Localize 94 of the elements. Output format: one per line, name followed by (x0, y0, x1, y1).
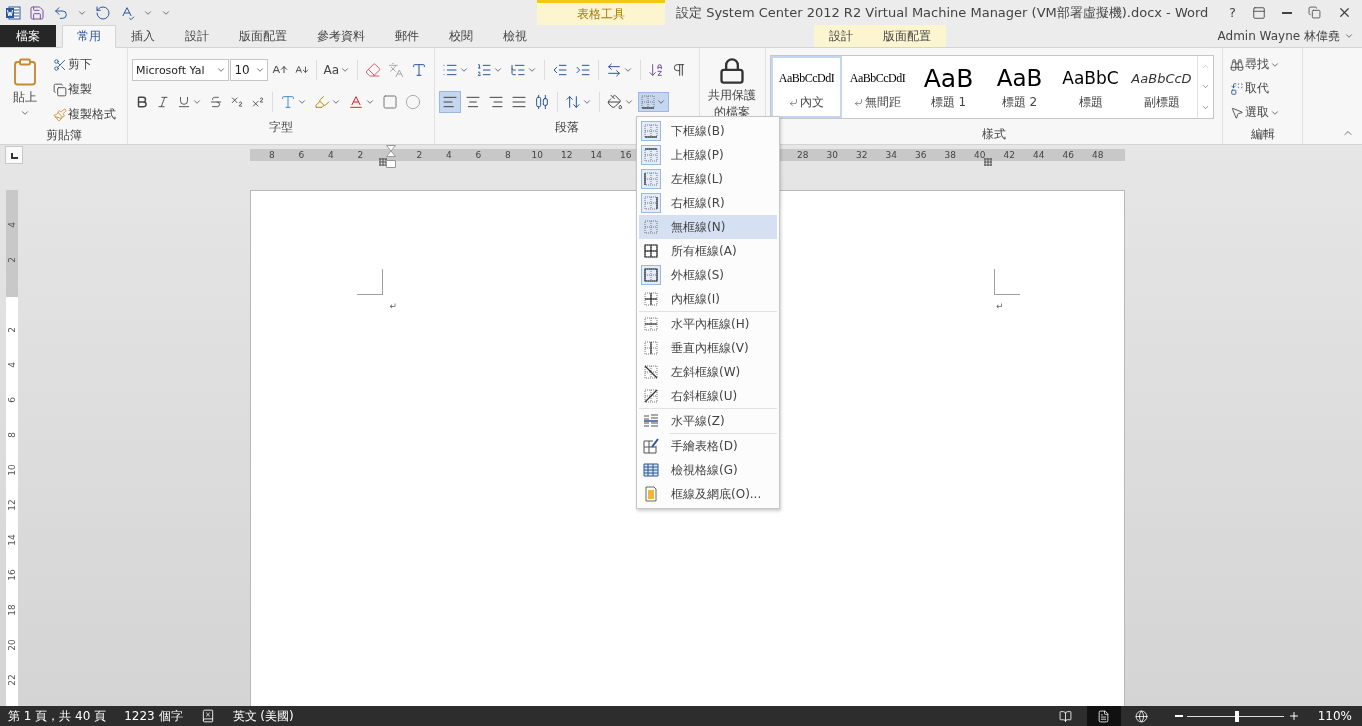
select-button[interactable]: 選取 (1227, 101, 1298, 124)
paste-button[interactable]: 貼上 (4, 53, 46, 126)
style-item[interactable]: AaB 標題 2 (984, 56, 1055, 118)
font-size-field[interactable]: 10 (230, 59, 268, 81)
word-count[interactable]: 1223 個字 (124, 707, 183, 725)
paragraph-mark: ↵ (389, 301, 397, 311)
ruler-number: 14 (589, 149, 603, 161)
ruler-number: 4 (7, 361, 17, 368)
ruler-number: 8 (503, 149, 512, 161)
ruler-number: 22 (7, 673, 17, 686)
ruler-number: 2 (415, 149, 424, 161)
menu-item[interactable]: 下框線(B) (639, 119, 777, 143)
menu-item[interactable]: 上框線(P) (639, 143, 777, 167)
ruler-number: 14 (7, 533, 17, 546)
format-painter-button[interactable]: 複製格式 (50, 103, 119, 126)
menu-item[interactable]: 無框線(N) (639, 215, 777, 239)
menu-item[interactable]: 框線及網底(O)... (639, 482, 777, 506)
style-item[interactable]: AaBbC 標題 (1055, 56, 1126, 118)
ruler-number: 16 (7, 568, 17, 581)
paragraph-mark: ↵ (996, 301, 1004, 311)
ruler-number: 40 (973, 149, 987, 161)
ruler-number: 6 (297, 149, 306, 161)
ruler-number: 10 (530, 149, 544, 161)
cut-button[interactable]: 剪下 (50, 53, 119, 76)
help-button[interactable]: ? (1229, 5, 1236, 20)
ruler-number: 20 (7, 638, 17, 651)
ruler-number: 6 (474, 149, 483, 161)
ribbon-tab[interactable]: 設計 (813, 25, 868, 47)
find-button[interactable]: 尋找 (1227, 53, 1298, 76)
ruler-number: 16 (619, 149, 633, 161)
menu-item[interactable]: 左斜框線(W) (639, 360, 777, 384)
menu-item[interactable]: 垂直內框線(V) (639, 336, 777, 360)
style-item[interactable]: AaB 標題 1 (913, 56, 984, 118)
group-label: 段落 (555, 118, 579, 136)
group-label: 編輯 (1250, 125, 1275, 143)
ribbon-tab[interactable]: 常用 (62, 25, 116, 48)
ruler-number: 36 (914, 149, 928, 161)
menu-item[interactable]: 內框線(I) (639, 287, 777, 311)
ruler-number: 32 (855, 149, 869, 161)
ruler-number: 34 (884, 149, 898, 161)
ruler-number: 4 (7, 221, 17, 228)
ruler-number: 10 (7, 463, 17, 476)
ribbon-tab[interactable]: 郵件 (380, 25, 434, 47)
window-title: 設定 System Center 2012 R2 Virtual Machine Manager (VM部署虛擬機).docx - Word (675, 3, 1210, 22)
style-item[interactable]: AaBbCcDdI 無間距 (842, 56, 913, 118)
menu-item[interactable]: 所有框線(A) (639, 239, 777, 263)
menu-item[interactable]: 右框線(R) (639, 191, 777, 215)
ruler-number: 2 (356, 149, 365, 161)
ruler-number: 4 (326, 149, 335, 161)
ribbon-tab[interactable]: 版面配置 (224, 25, 302, 47)
ruler-number: 12 (7, 498, 17, 511)
ruler-number: 18 (7, 603, 17, 616)
ribbon-tab[interactable]: 校閱 (434, 25, 488, 47)
menu-item[interactable]: 手繪表格(D) (639, 434, 777, 458)
ruler-number: 2 (7, 256, 17, 263)
style-item[interactable]: AaBbCcDdI 內文 (771, 56, 842, 118)
ruler-number: 8 (7, 431, 17, 438)
ribbon-tab[interactable]: 版面配置 (867, 25, 946, 47)
menu-item[interactable]: 左框線(L) (639, 167, 777, 191)
ruler-number: 42 (1002, 149, 1016, 161)
ribbon-tab[interactable]: 檢視 (488, 25, 542, 47)
replace-button[interactable]: 取代 (1227, 77, 1298, 100)
ruler-number: 6 (7, 396, 17, 403)
menu-item[interactable]: 檢視格線(G) (639, 458, 777, 482)
menu-item[interactable]: 外框線(S) (639, 263, 777, 287)
ruler-number: 38 (943, 149, 957, 161)
ruler-number: 4 (444, 149, 453, 161)
group-label: 樣式 (982, 125, 1006, 143)
style-item[interactable]: AaBbCcD 副標題 (1126, 56, 1197, 118)
ribbon-tab[interactable]: 檔案 (0, 25, 56, 47)
menu-item[interactable]: 水平線(Z) (639, 409, 777, 433)
ruler-number: 8 (267, 149, 276, 161)
ribbon-tab[interactable]: 設計 (170, 25, 224, 47)
ribbon-tab[interactable]: 插入 (116, 25, 170, 47)
ruler-number: 30 (825, 149, 839, 161)
page-count[interactable]: 第 1 頁，共 40 頁 (8, 707, 107, 725)
language-indicator[interactable]: 英文 (美國) (232, 707, 294, 725)
group-label: 剪貼簿 (45, 126, 82, 144)
ruler-number: 48 (1091, 149, 1105, 161)
zoom-level[interactable]: 110% (1317, 709, 1352, 723)
ruler-number: 12 (560, 149, 574, 161)
menu-item[interactable]: 水平內框線(H) (639, 312, 777, 336)
ruler-number: 2 (7, 326, 17, 333)
contextual-tab-group: 表格工具 (537, 0, 665, 25)
ruler-number: 28 (796, 149, 810, 161)
copy-button[interactable]: 複製 (50, 78, 119, 101)
ruler-number: 44 (1032, 149, 1046, 161)
font-name-field[interactable]: Microsoft Yal (132, 59, 230, 81)
user-name[interactable]: Admin Wayne 林偉堯 (1217, 27, 1340, 45)
group-label: 字型 (269, 118, 293, 136)
change-case-button[interactable]: Aa (320, 60, 354, 80)
ribbon-tab[interactable]: 參考資料 (302, 25, 380, 47)
ruler-number: 46 (1061, 149, 1075, 161)
menu-item[interactable]: 右斜框線(U) (639, 384, 777, 408)
